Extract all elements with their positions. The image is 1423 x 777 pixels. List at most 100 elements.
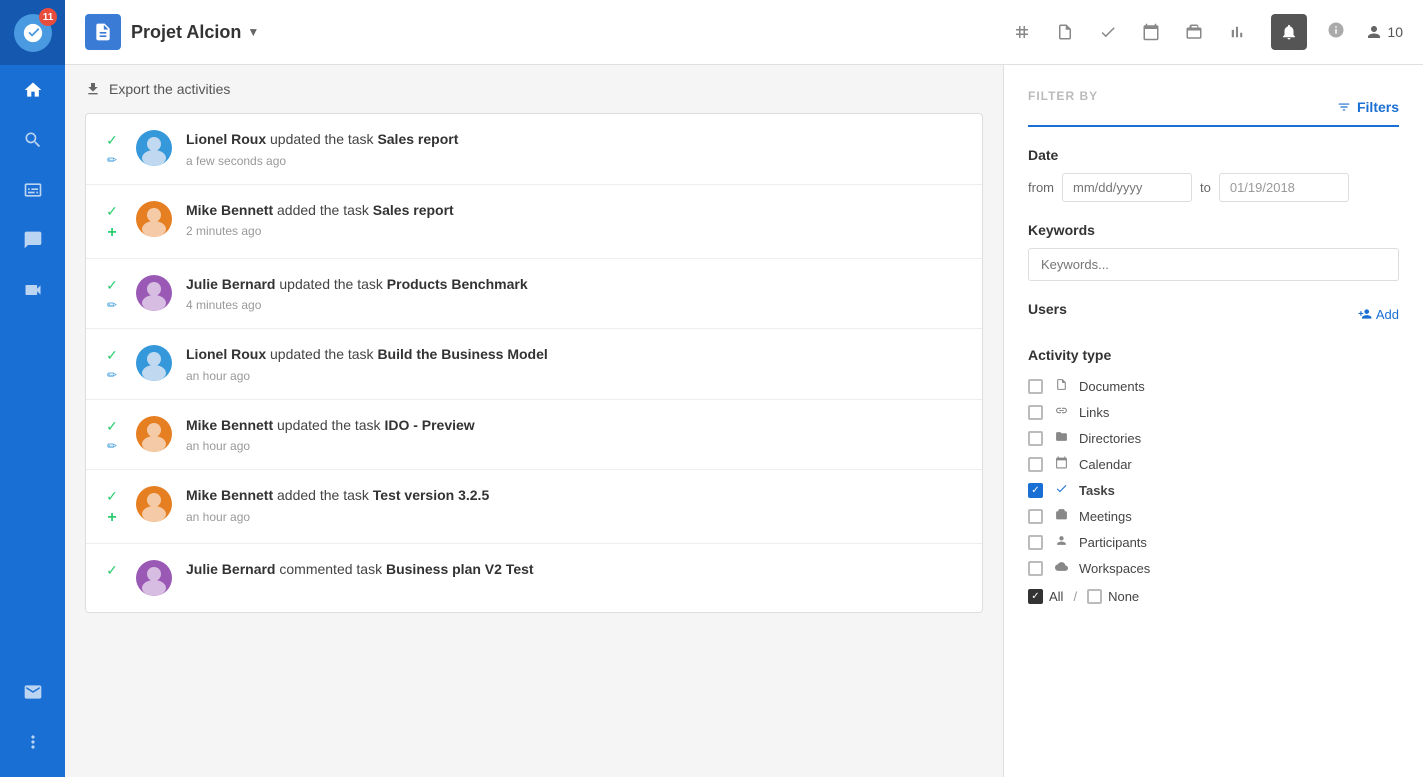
workspaces-label: Workspaces	[1079, 561, 1150, 576]
activity-icons: ✓	[102, 560, 122, 579]
table-row: ✓ ✏ Lionel Roux update	[86, 329, 982, 400]
user-name: Lionel Roux	[186, 131, 266, 147]
action-text: added the task	[277, 487, 373, 503]
activity-icons: ✓ +	[102, 201, 122, 242]
table-row: ✓ Julie Bernard commented task	[86, 544, 982, 612]
task-type-icon	[1053, 482, 1069, 498]
activity-icons: ✓ ✏	[102, 130, 122, 167]
task-name: Test version 3.2.5	[373, 487, 489, 503]
activity-header: Export the activities	[65, 65, 1003, 113]
activity-text: Mike Bennett updated the task IDO - Prev…	[186, 416, 966, 436]
document-icon[interactable]	[1056, 23, 1074, 41]
workspaces-checkbox[interactable]	[1028, 561, 1043, 576]
activity-text: Mike Bennett added the task Sales report	[186, 201, 966, 221]
date-filter-section: Date from to	[1028, 147, 1399, 202]
date-to-input[interactable]	[1219, 173, 1349, 202]
activity-time: 2 minutes ago	[186, 224, 966, 238]
activity-icons: ✓ ✏	[102, 416, 122, 453]
activity-text: Mike Bennett added the task Test version…	[186, 486, 966, 506]
filter-panel: FILTER BY Filters Date from to	[1003, 65, 1423, 777]
content-area: Export the activities ✓ ✏	[65, 65, 1423, 777]
edit-activity-icon: ✏	[107, 153, 117, 167]
briefcase-icon[interactable]	[1185, 23, 1203, 41]
directories-checkbox[interactable]	[1028, 431, 1043, 446]
edit-activity-icon: ✏	[107, 298, 117, 312]
from-label: from	[1028, 180, 1054, 195]
task-name: Sales report	[377, 131, 458, 147]
calendar-icon[interactable]	[1142, 23, 1160, 41]
bell-icon[interactable]	[1271, 14, 1307, 50]
check-activity-icon: ✓	[106, 347, 118, 364]
app-logo[interactable]: 11	[0, 0, 65, 65]
links-label: Links	[1079, 405, 1109, 420]
meetings-type-icon	[1053, 508, 1069, 524]
activity-text: Julie Bernard commented task Business pl…	[186, 560, 966, 580]
none-checkbox[interactable]	[1087, 589, 1102, 604]
sidebar-item-search[interactable]	[0, 115, 65, 165]
list-item: ✓ Tasks	[1028, 477, 1399, 503]
users-filter-section: Users Add	[1028, 301, 1399, 327]
action-text: updated the task	[279, 276, 386, 292]
sidebar-item-chat[interactable]	[0, 215, 65, 265]
sidebar-item-mail[interactable]	[0, 667, 65, 717]
export-label[interactable]: Export the activities	[109, 81, 230, 97]
filter-title: Filters	[1357, 99, 1399, 115]
activity-content: Lionel Roux updated the task Sales repor…	[186, 130, 966, 168]
participants-checkbox[interactable]	[1028, 535, 1043, 550]
hash-icon[interactable]	[1013, 23, 1031, 41]
sidebar-item-home[interactable]	[0, 65, 65, 115]
list-item: Meetings	[1028, 503, 1399, 529]
calendar-checkbox[interactable]	[1028, 457, 1043, 472]
project-title[interactable]: Projet Alcion ▼	[131, 22, 259, 43]
activity-text: Lionel Roux updated the task Build the B…	[186, 345, 966, 365]
check-activity-icon: ✓	[106, 203, 118, 220]
activity-time: a few seconds ago	[186, 154, 966, 168]
action-text: updated the task	[277, 417, 384, 433]
project-chevron-icon: ▼	[247, 25, 259, 39]
table-row: ✓ + Mike Bennett added	[86, 185, 982, 259]
all-checkbox[interactable]: ✓	[1028, 589, 1043, 604]
all-label: All	[1049, 589, 1063, 604]
divider: /	[1073, 589, 1077, 604]
chart-icon[interactable]	[1228, 23, 1246, 41]
list-item: Participants	[1028, 529, 1399, 555]
edit-activity-icon: ✏	[107, 439, 117, 453]
keywords-input[interactable]	[1028, 248, 1399, 281]
action-text: added the task	[277, 202, 373, 218]
user-count[interactable]: 10	[1365, 23, 1403, 41]
sidebar-item-contacts[interactable]	[0, 165, 65, 215]
list-item: Links	[1028, 399, 1399, 425]
workspaces-type-icon	[1053, 560, 1069, 576]
filter-by-label: FILTER BY	[1028, 77, 1098, 115]
check-icon[interactable]	[1099, 23, 1117, 41]
topbar-right: 10	[1327, 21, 1403, 44]
info-icon[interactable]	[1327, 21, 1345, 44]
main-area: Projet Alcion ▼	[65, 0, 1423, 777]
meetings-checkbox[interactable]	[1028, 509, 1043, 524]
table-row: ✓ ✏ Julie Bernard upda	[86, 259, 982, 330]
list-item: Documents	[1028, 373, 1399, 399]
task-name: Sales report	[373, 202, 454, 218]
activity-list-container[interactable]: ✓ ✏ Lionel Roux update	[65, 113, 1003, 777]
add-activity-icon: +	[107, 509, 116, 527]
users-row: Users Add	[1028, 301, 1399, 327]
check-activity-icon: ✓	[106, 277, 118, 294]
links-checkbox[interactable]	[1028, 405, 1043, 420]
add-user-button[interactable]: Add	[1358, 307, 1399, 322]
activity-content: Julie Bernard commented task Business pl…	[186, 560, 966, 580]
folder-type-icon	[1053, 430, 1069, 446]
activity-type-filter-section: Activity type Documents	[1028, 347, 1399, 604]
filters-button[interactable]: Filters	[1337, 99, 1399, 115]
sidebar-item-video[interactable]	[0, 265, 65, 315]
document-type-icon	[1053, 378, 1069, 394]
date-from-input[interactable]	[1062, 173, 1192, 202]
keywords-label: Keywords	[1028, 222, 1399, 238]
tasks-checkbox[interactable]: ✓	[1028, 483, 1043, 498]
task-name: IDO - Preview	[384, 417, 474, 433]
sidebar-item-more[interactable]	[0, 717, 65, 767]
participants-type-icon	[1053, 534, 1069, 550]
documents-checkbox[interactable]	[1028, 379, 1043, 394]
activity-panel: Export the activities ✓ ✏	[65, 65, 1003, 777]
avatar	[136, 275, 172, 311]
action-text: commented task	[279, 561, 386, 577]
